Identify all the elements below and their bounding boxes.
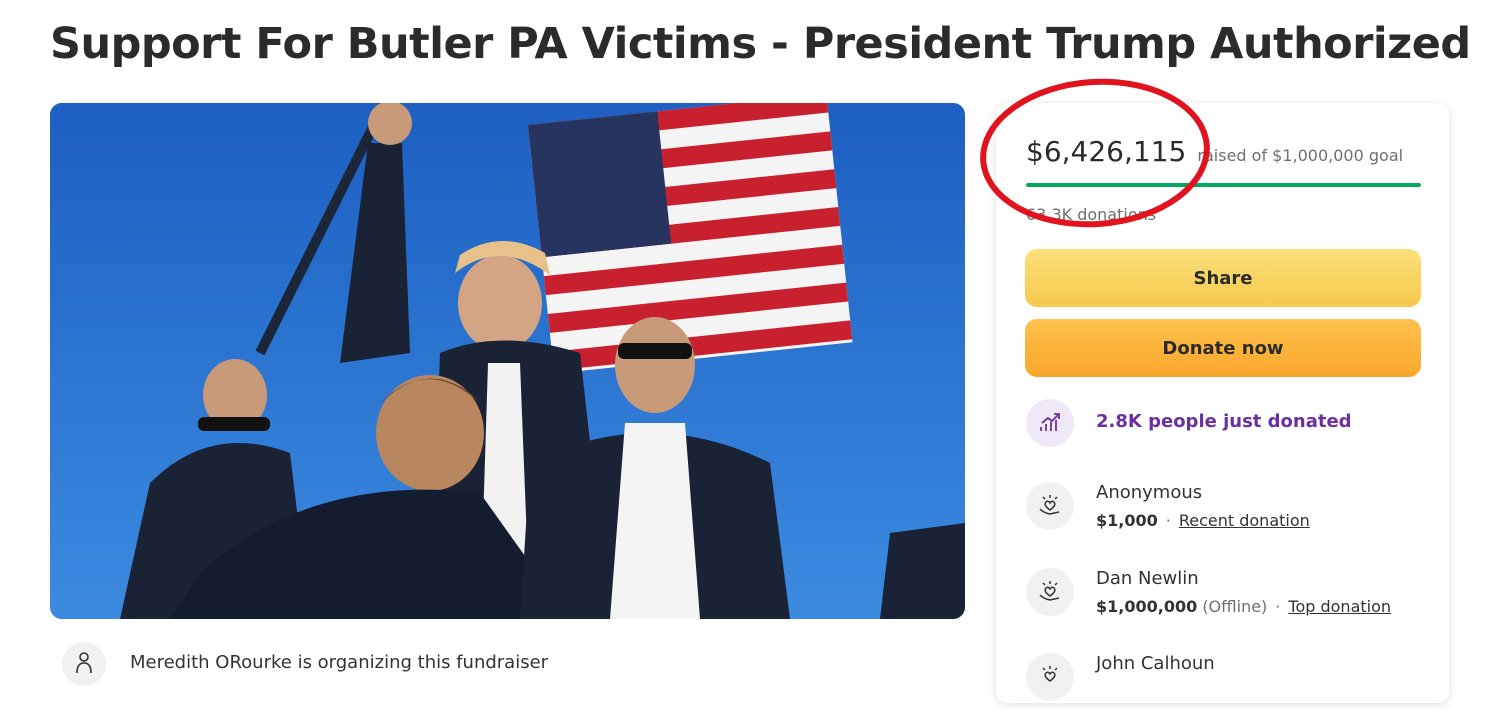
donate-now-button[interactable]: Donate now xyxy=(1025,319,1421,377)
person-icon xyxy=(76,652,92,674)
heart-hand-icon xyxy=(1026,482,1074,530)
donor-row: John Calhoun xyxy=(1026,653,1436,709)
donor-name: Anonymous xyxy=(1096,482,1203,503)
donor-amount: $1,000 xyxy=(1096,511,1158,530)
heart-hand-icon xyxy=(1026,653,1074,701)
raised-row: $6,426,115 raised of $1,000,000 goal xyxy=(1026,135,1403,168)
donor-row: Anonymous $1,000 · Recent donation xyxy=(1026,482,1436,538)
raised-amount: $6,426,115 xyxy=(1026,135,1187,168)
donor-detail: $1,000 · Recent donation xyxy=(1096,511,1310,530)
page-title: Support For Butler PA Victims - Presiden… xyxy=(50,19,1471,69)
heart-hand-icon xyxy=(1026,568,1074,616)
donor-offline-status: (Offline) xyxy=(1202,597,1268,616)
donor-detail: $1,000,000 (Offline) · Top donation xyxy=(1096,597,1391,616)
organizer-avatar xyxy=(62,642,106,686)
organizer-text: Meredith ORourke is organizing this fund… xyxy=(130,652,549,673)
raised-of-goal: raised of $1,000,000 goal xyxy=(1197,146,1404,165)
recent-donation-link[interactable]: Recent donation xyxy=(1179,511,1310,530)
progress-fill xyxy=(1026,183,1421,187)
organizer-row: Meredith ORourke is organizing this fund… xyxy=(62,640,762,686)
donation-card: $6,426,115 raised of $1,000,000 goal 63.… xyxy=(996,103,1449,703)
just-donated-text: 2.8K people just donated xyxy=(1096,411,1352,432)
separator-dot: · xyxy=(1165,511,1171,530)
campaign-hero-image xyxy=(50,103,965,619)
donor-amount: $1,000,000 xyxy=(1096,597,1198,616)
separator-dot: · xyxy=(1275,597,1281,616)
just-donated-row: 2.8K people just donated xyxy=(1026,399,1436,449)
donor-row: Dan Newlin $1,000,000 (Offline) · Top dona… xyxy=(1026,568,1436,624)
rally-photo xyxy=(50,103,965,619)
trending-up-icon xyxy=(1026,399,1074,447)
top-donation-link[interactable]: Top donation xyxy=(1288,597,1391,616)
donations-count: 63.3K donations xyxy=(1026,205,1157,224)
share-button[interactable]: Share xyxy=(1025,249,1421,307)
donor-name: John Calhoun xyxy=(1096,653,1215,674)
progress-bar xyxy=(1026,183,1421,187)
donor-name: Dan Newlin xyxy=(1096,568,1199,589)
